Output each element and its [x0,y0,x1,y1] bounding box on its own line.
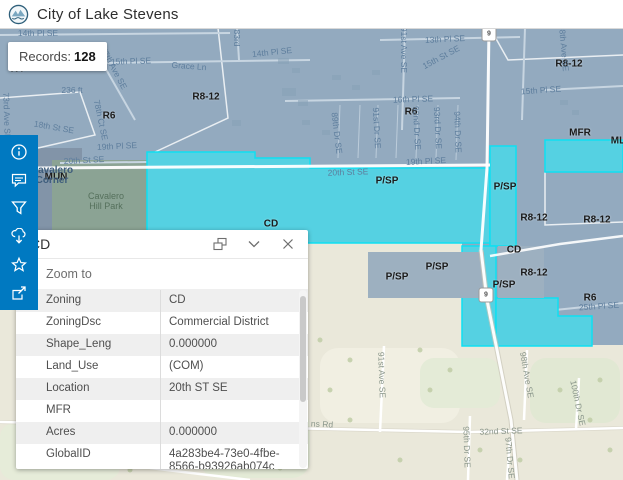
street-label: 91st Dr SE [371,107,383,149]
table-row: MFR [16,400,308,422]
street-label: 98th Ave SE [518,351,536,399]
favorites-button[interactable] [6,253,32,277]
street-label: 89th Dr SE [330,112,345,154]
field-name-cell: GlobalID [16,444,160,469]
zoning-label: P/SP [493,280,516,291]
close-button[interactable] [280,236,296,252]
zoning-label: CD [264,219,278,230]
attribute-table: ZoningCDZoningDscCommercial DistrictShap… [16,290,308,469]
records-count-badge: Records:128 [8,42,107,71]
zoning-label: MFR [569,128,591,139]
cloud-download-icon [10,228,28,246]
field-value-cell: 4a283be4-73e0-4fbe-8566-b93926ab074c [160,444,308,469]
field-value-cell: CD [160,290,308,312]
highway-shield: 9 [482,28,497,42]
share-button[interactable] [6,281,32,305]
field-name-cell: Acres [16,422,160,444]
street-label: 20th St SE [328,166,369,177]
zoning-label: R8-12 [520,268,547,279]
offline-button[interactable] [6,225,32,249]
table-row: Land_Use(COM) [16,356,308,378]
table-row: Location20th ST SE [16,378,308,400]
dock-icon [212,236,228,252]
street-label: 15th St SE [421,43,462,71]
street-label: 15th Pl SE [521,84,562,97]
zoning-label: P/SP [426,262,449,273]
street-label: 73rd Ave SE [1,92,13,139]
table-row: ZoningDscCommercial District [16,312,308,334]
comment-icon [10,171,28,189]
zoning-label: R8-12 [583,215,610,226]
street-label: 94th Dr SE [452,111,463,153]
street-label: 97th Dr SE [503,437,517,479]
field-name-cell: ZoningDsc [16,312,160,334]
close-icon [280,236,296,252]
records-value: 128 [74,49,96,64]
popup-title: CD [16,236,212,252]
table-row: ZoningCD [16,290,308,312]
street-label: ns Rd [311,418,334,429]
street-label: 91st Ave SE [399,28,409,73]
table-row: GlobalID4a283be4-73e0-4fbe-8566-b93926ab… [16,444,308,469]
street-label: 16th Pl SE [393,93,433,104]
app-header: City of Lake Stevens [0,0,623,29]
street-label: 32nd St SE [479,425,522,436]
filter-icon [10,199,28,217]
zoning-label: ML [611,136,623,147]
table-row: Shape_Leng0.000000 [16,334,308,356]
field-value-cell: 0.000000 [160,422,308,444]
table-row: Acres0.000000 [16,422,308,444]
field-value-cell: 0.000000 [160,334,308,356]
popup-action-row: Zoom to [16,259,308,290]
zoning-label: R8-12 [192,92,219,103]
street-label: 14th Pl SE [252,45,293,59]
star-icon [10,256,28,274]
street-label: 236 ft [61,85,82,95]
zoning-label: R8-12 [520,213,547,224]
street-label: 83rd [232,29,242,46]
street-label: 13th Pl SE [425,33,466,45]
records-label: Records: [19,49,71,64]
zoning-label: P/SP [386,272,409,283]
filter-button[interactable] [6,196,32,220]
highway-shield: 9 [479,288,494,303]
field-name-cell: MFR [16,400,160,422]
feature-popup: CD Zoom to ZoningCDZonin [16,230,308,469]
park-label: Cavalero Hill Park [88,191,124,211]
zoom-to-link[interactable]: Zoom to [46,267,92,281]
city-logo-icon [8,4,29,25]
zoning-label: CD [507,245,521,256]
collapse-button[interactable] [246,236,262,252]
street-label: 92nd Dr SE [411,106,423,150]
street-label: Grace Ln [171,60,207,72]
chevron-down-icon [246,236,262,252]
zoning-label: P/SP [494,182,517,193]
field-value-cell [160,400,308,422]
map-toolbar [0,135,38,310]
comment-button[interactable] [6,168,32,192]
street-label: 25th Pl SE [579,300,620,313]
dock-button[interactable] [212,236,228,252]
street-label: 19th Pl SE [406,155,447,167]
popup-header: CD [16,230,308,259]
field-value-cell: (COM) [160,356,308,378]
street-label: 14th Pl SE [18,28,58,38]
field-name-cell: Land_Use [16,356,160,378]
street-label: 18th St SE [33,119,75,136]
field-value-cell: Commercial District [160,312,308,334]
page-title: City of Lake Stevens [37,6,179,23]
info-button[interactable] [6,140,32,164]
info-icon [10,143,28,161]
street-label: 100th Dr SE [568,379,587,426]
street-label: 91st Ave SE [376,352,388,398]
field-name-cell: Location [16,378,160,400]
street-label: 19th Pl SE [97,140,138,152]
zoning-label: P/SP [376,176,399,187]
popup-scrollbar-thumb[interactable] [300,296,306,402]
street-label: 93rd Dr SE [432,107,444,150]
export-icon [10,284,28,302]
street-label: 95th Dr SE [461,426,472,468]
field-name-cell: Shape_Leng [16,334,160,356]
field-value-cell: 20th ST SE [160,378,308,400]
